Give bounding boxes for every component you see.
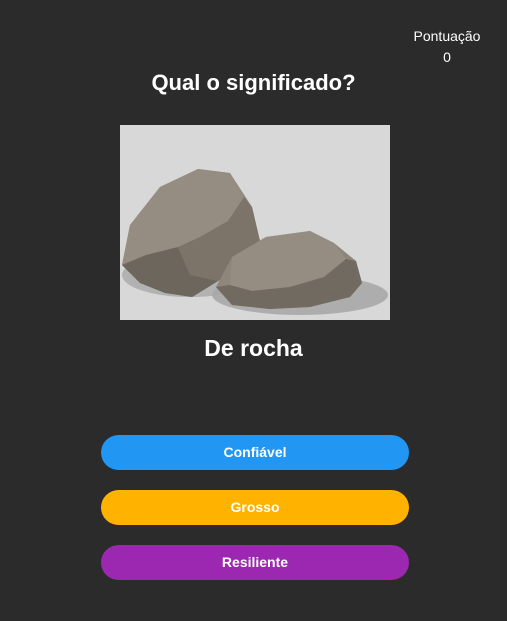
score-panel: Pontuação 0: [407, 26, 487, 68]
score-value: 0: [443, 49, 451, 65]
rocks-illustration-icon: [122, 169, 388, 315]
word-to-define: De rocha: [204, 335, 303, 361]
question-title: Qual o significado?: [151, 70, 356, 95]
question-image: [120, 125, 390, 320]
answer-option-1-button[interactable]: Confiável: [101, 435, 409, 470]
answer-option-2-button[interactable]: Grosso: [101, 490, 409, 525]
score-label: Pontuação: [413, 28, 481, 44]
answer-option-3-button[interactable]: Resiliente: [101, 545, 409, 580]
quiz-screen: Pontuação 0 Qual o significado? De rocha…: [0, 0, 507, 621]
